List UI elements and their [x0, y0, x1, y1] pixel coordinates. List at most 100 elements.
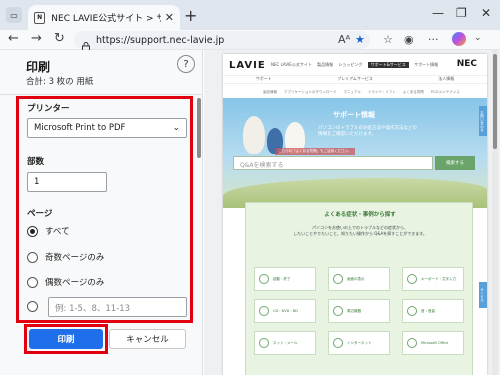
radio-custom-range[interactable]: [27, 301, 45, 312]
hero-person-image: [243, 116, 265, 154]
page-range-input[interactable]: 例: 1-5、8、11-13: [48, 297, 187, 317]
tab-close-icon[interactable]: ✕: [165, 11, 174, 24]
tile-label: キーボード・文字入力: [421, 276, 456, 281]
tile-label: 起動・終了: [273, 276, 291, 281]
faq-tile: ネット・メール: [254, 331, 316, 355]
address-bar[interactable]: https://support.nec-lavie.jp: [74, 31, 370, 51]
nec-logo: NEC: [456, 59, 477, 69]
printer-label: プリンター: [27, 104, 70, 114]
radio-label-odd: 奇数ページのみ: [45, 253, 105, 263]
top-nav-item: ショッピング: [338, 62, 363, 67]
speaker-icon: [407, 306, 417, 316]
mail-icon: [259, 338, 269, 348]
top-nav-item: NEC LAVIE公式サイト: [271, 62, 312, 67]
faq-description: パソコンをお使いの上でのトラブルなどの症状から、 したいことやりたいこと、知りた…: [293, 225, 427, 236]
faq-tile: 画面の表示: [328, 267, 390, 291]
preview-search-button: 検索する: [435, 156, 475, 170]
faq-tile: CD・DVD・BD: [254, 299, 316, 323]
preview-search-field: Q&Aを検索する: [233, 156, 433, 170]
radio-all-pages[interactable]: すべて: [27, 225, 70, 237]
tile-label: Microsoft Office: [421, 341, 449, 345]
side-contact-tab: お問い合わせ: [479, 106, 487, 136]
tab-actions-icon: ▭: [10, 10, 18, 20]
tile-label: 周辺機器: [347, 308, 361, 313]
tab-actions-button[interactable]: ▭: [6, 7, 22, 23]
tab-bar: ▭ N NEC LAVIE公式サイト > サービス＆サ ✕ + — ❐ ✕: [0, 0, 500, 30]
tile-label: ネット・メール: [273, 340, 298, 345]
forward-icon[interactable]: →: [31, 31, 42, 46]
radio-odd-pages[interactable]: 奇数ページのみ: [27, 251, 104, 263]
profile-icon[interactable]: ◉: [404, 33, 414, 46]
tile-label: インターネット: [347, 340, 372, 345]
window-close-icon[interactable]: ✕: [481, 6, 491, 20]
preview-scroll-thumb[interactable]: [493, 54, 497, 149]
hero-text: パソコンのトラブルの対処方法や操作方法などの 情報をご確認いただけます。: [318, 126, 417, 137]
preview-link-row: 製品情報 アプリケーションのダウンロード マニュアル ドライバ・ソフト よくある…: [263, 90, 460, 94]
divider: [0, 94, 203, 95]
faq-tile: 起動・終了: [254, 267, 316, 291]
faq-tile: 周辺機器: [328, 299, 390, 323]
browser-toolbar: ← → ↻ https://support.nec-lavie.jp Aᴬ ★ …: [0, 30, 500, 51]
favorite-star-icon[interactable]: ★: [355, 33, 365, 46]
new-tab-icon[interactable]: +: [184, 6, 197, 25]
tile-label: CD・DVD・BD: [273, 308, 298, 313]
hero-title: サポート情報: [333, 111, 375, 119]
printer-value: Microsoft Print to PDF: [34, 123, 126, 133]
side-service-tab: サービス: [479, 282, 487, 308]
chevron-down-icon: ⌄: [172, 123, 180, 133]
copies-input[interactable]: 1: [27, 172, 107, 192]
display-icon: [333, 274, 343, 284]
cancel-button[interactable]: キャンセル: [109, 329, 186, 349]
print-button[interactable]: 印刷: [29, 329, 103, 349]
preview-top-nav: NEC LAVIE公式サイト 製品情報 ショッピング サポート&サービス サポー…: [271, 62, 438, 68]
refresh-icon[interactable]: ↻: [54, 31, 65, 46]
sub-nav-item: サポート: [255, 76, 272, 81]
top-nav-active: サポート&サービス: [367, 62, 409, 68]
help-icon: ?: [183, 58, 189, 70]
tile-label: 音・音量: [421, 308, 435, 313]
faq-tile: Microsoft Office: [402, 331, 464, 355]
maximize-icon[interactable]: ❐: [456, 6, 467, 20]
preview-scrollbar[interactable]: [492, 50, 498, 375]
faq-title: よくある症状・事例から探す: [324, 212, 396, 218]
print-preview: LAVIE NEC LAVIE公式サイト 製品情報 ショッピング サポート&サー…: [204, 50, 500, 375]
radio-icon: [27, 301, 38, 312]
print-dialog: 印刷 合計: 3 枚の 用紙 ? プリンター Microsoft Print t…: [0, 50, 203, 375]
read-aloud-icon[interactable]: Aᴬ: [338, 33, 350, 46]
faq-tile: 音・音量: [402, 299, 464, 323]
radio-icon: [27, 251, 38, 263]
favicon-letter: N: [37, 14, 43, 21]
dialog-title: 印刷: [26, 60, 51, 74]
more-menu-icon[interactable]: ···: [428, 33, 439, 46]
browser-tab[interactable]: N NEC LAVIE公式サイト > サービス＆サ ✕: [28, 5, 180, 30]
preview-sub-nav: サポート プレミアムサービス 法人情報: [223, 75, 487, 84]
hero-banner: サポート情報 パソコンのトラブルの対処方法や操作方法などの 情報をご確認いただけ…: [223, 98, 487, 208]
sub-nav-item: プレミアムサービス: [337, 76, 373, 81]
printer-select[interactable]: Microsoft Print to PDF ⌄: [27, 118, 187, 138]
radio-icon: [27, 276, 38, 288]
radio-selected-icon: [27, 225, 38, 237]
faq-tile: インターネット: [328, 331, 390, 355]
site-favicon-icon: N: [34, 11, 46, 24]
keyboard-icon: [407, 274, 417, 284]
minimize-icon[interactable]: —: [432, 6, 444, 20]
radio-even-pages[interactable]: 偶数ページのみ: [27, 276, 104, 288]
globe-icon: [333, 338, 343, 348]
faq-tile: キーボード・文字入力: [402, 267, 464, 291]
sheet-count: 合計: 3 枚の 用紙: [26, 77, 94, 87]
top-nav-item: サポート情報: [414, 62, 439, 67]
top-nav-item: 製品情報: [317, 62, 334, 67]
pages-label: ページ: [27, 209, 53, 219]
copilot-icon[interactable]: [452, 32, 466, 46]
help-button[interactable]: ?: [177, 55, 195, 73]
hero-tag: こちらの「よくある質問」もご活用ください。: [275, 148, 355, 155]
back-icon[interactable]: ←: [8, 31, 19, 46]
faq-section: よくある症状・事例から探す パソコンをお使いの上でのトラブルなどの症状から、 し…: [245, 202, 473, 375]
favorites-icon[interactable]: ☆: [383, 33, 393, 46]
sub-nav-item: 法人情報: [438, 76, 455, 81]
copilot-chevron-icon[interactable]: ⌄: [474, 33, 482, 43]
radio-label-even: 偶数ページのみ: [45, 278, 105, 288]
dialog-scrollbar[interactable]: [197, 98, 201, 158]
office-icon: [407, 338, 417, 348]
peripheral-icon: [333, 306, 343, 316]
